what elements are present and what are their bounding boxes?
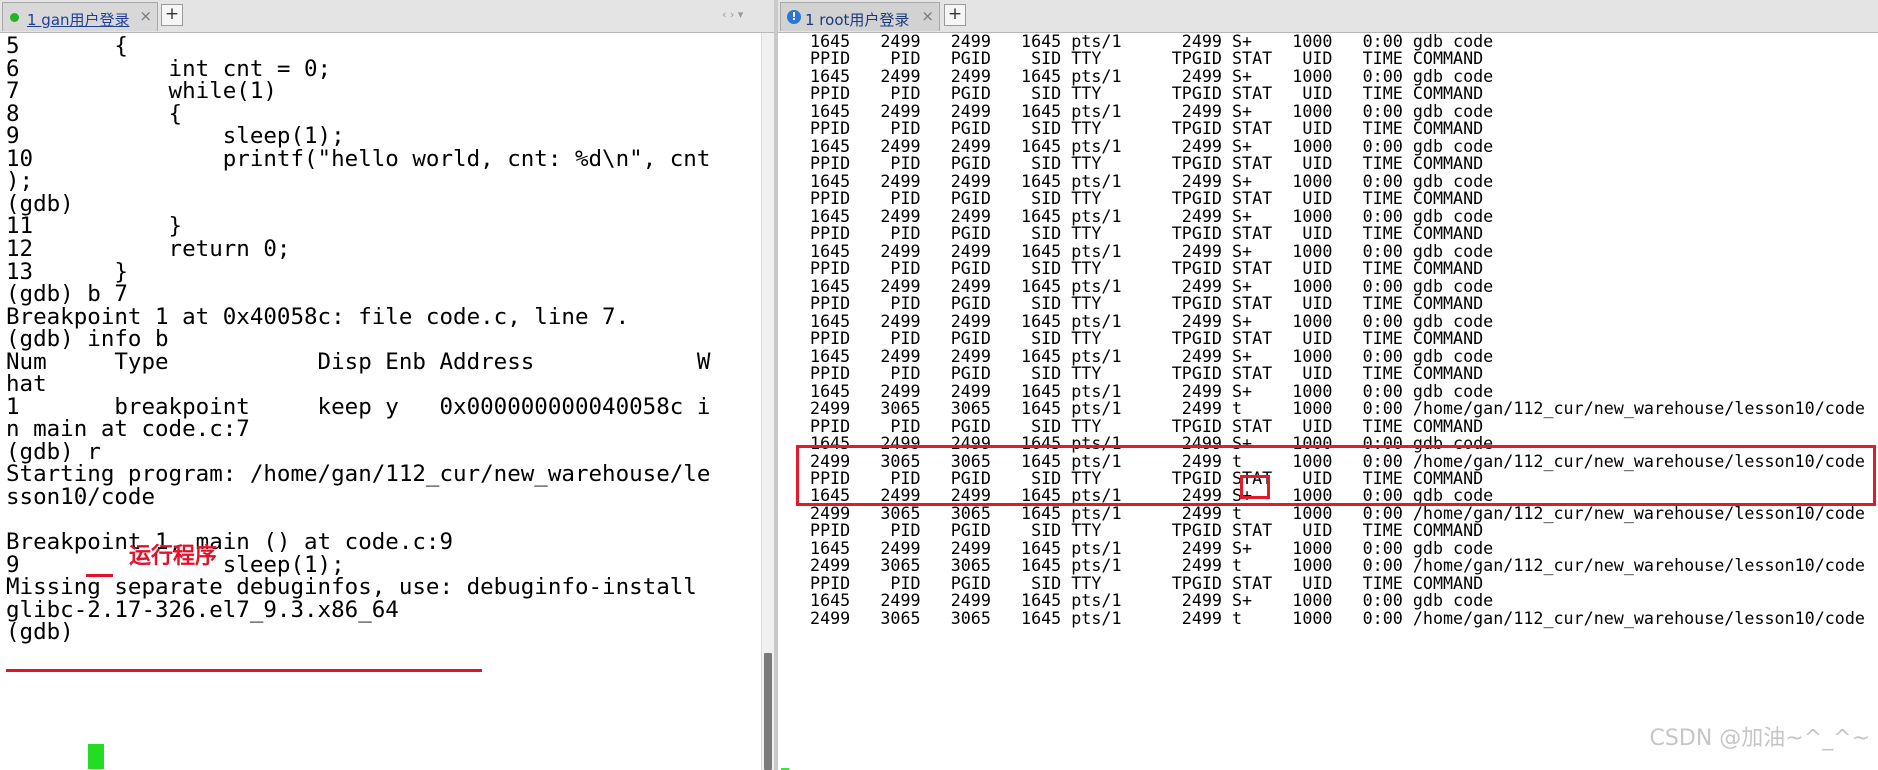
- terminal-line: sson10/code: [6, 484, 156, 510]
- add-tab-button[interactable]: +: [944, 4, 966, 26]
- underline-breakpoint-hit: [6, 669, 482, 672]
- tab-label: 1 gan用户登录: [27, 11, 130, 29]
- tab-root-login[interactable]: ! 1 root用户登录 ×: [780, 2, 940, 31]
- close-icon[interactable]: ×: [921, 7, 934, 25]
- close-icon[interactable]: ×: [139, 7, 152, 25]
- left-terminal-pane: 1 gan用户登录 × + ‹ › ▾ 5 {6 int cnt = 0; 7 w…: [0, 0, 774, 770]
- ps-output-row: 2499 3065 3065 1645 pts/1 2499 t 1000 0:…: [800, 607, 1865, 628]
- left-tab-bar: 1 gan用户登录 × + ‹ › ▾: [0, 0, 774, 33]
- terminal-line: Num Type Disp Enb Address W: [6, 348, 711, 375]
- tab-nav-arrows[interactable]: ‹ › ▾: [722, 8, 743, 21]
- right-tab-bar: ! 1 root用户登录 × +: [778, 0, 1878, 33]
- terminal-output-gdb[interactable]: 5 {6 int cnt = 0; 7 while(1) 8 {9 sleep(1)…: [0, 33, 774, 770]
- underline-r-command: [86, 574, 113, 577]
- terminal-line: 10 printf("hello world, cnt: %d\n", cnt: [6, 145, 711, 172]
- tab-gan-login[interactable]: 1 gan用户登录 ×: [2, 2, 158, 31]
- terminal-cursor: [88, 744, 104, 769]
- add-tab-button[interactable]: +: [161, 4, 183, 26]
- green-dot-icon: [10, 13, 19, 22]
- highlight-box-process-rows: [796, 445, 1876, 506]
- terminal-output-ps[interactable]: 1645 2499 2499 1645 pts/1 2499 S+ 1000 0…: [778, 33, 1878, 770]
- terminal-line: (gdb): [6, 619, 88, 646]
- annotation-run-program: 运行程序: [129, 544, 218, 569]
- vertical-scrollbar[interactable]: [761, 33, 774, 770]
- right-terminal-pane: ! 1 root用户登录 × + 1645 2499 2499 1645 pts…: [778, 0, 1878, 770]
- scrollbar-thumb[interactable]: [764, 653, 772, 770]
- watermark: CSDN @加油~^_^~: [1649, 726, 1870, 751]
- tab-label: 1 root用户登录: [805, 11, 910, 29]
- highlight-box-stat-t: [1240, 475, 1270, 499]
- info-icon: !: [787, 10, 801, 24]
